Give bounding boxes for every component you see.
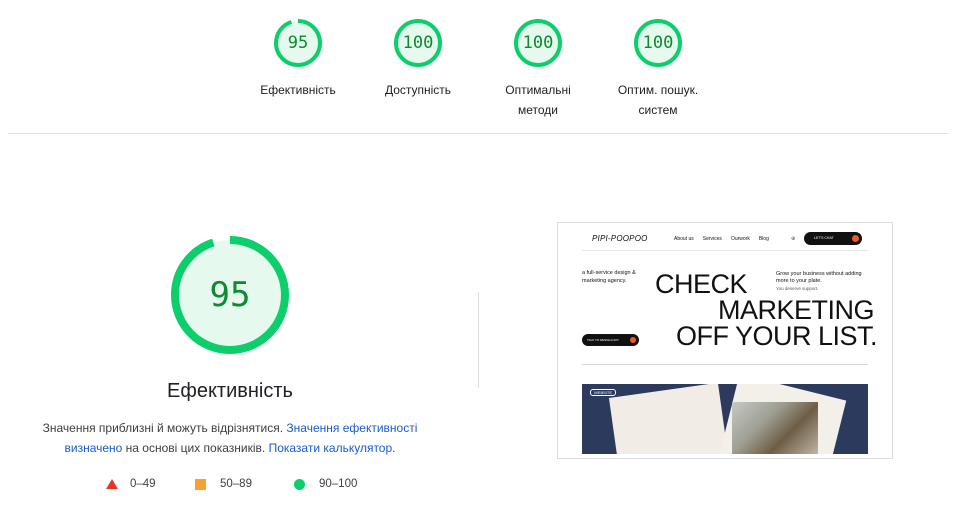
thumb-nav-link: Services	[702, 236, 722, 242]
final-screenshot-thumbnail: PIPI-POOPOO About us Services Ourwork Blog …	[557, 222, 893, 459]
gauge-ring: 100	[513, 18, 563, 68]
performance-gauge-large: 95	[170, 235, 290, 355]
category-gauges: 95 Ефективність 100 Доступність 100 Опти…	[0, 18, 953, 128]
thumb-logo: PIPI-POOPOO	[592, 234, 648, 243]
legend-average: 50–89	[195, 478, 252, 490]
thumb-card	[608, 384, 730, 454]
gauge-seo[interactable]: 100 Оптим. пошук. систем	[598, 18, 718, 120]
thumb-nav-link: Blog	[758, 236, 769, 242]
gauge-best-practices[interactable]: 100 Оптимальні методи	[478, 18, 598, 120]
vertical-divider	[478, 292, 479, 388]
score-note: Значення приблизні й можуть відрізнятися…	[30, 418, 430, 458]
thumb-chat-button: LET'S CHAT	[804, 232, 862, 245]
note-text-end: .	[392, 441, 396, 455]
thumb-right-main: Grow your business without adding more t…	[776, 271, 862, 284]
circle-icon	[294, 478, 305, 490]
thumb-website-badge: WEBSITE	[590, 389, 617, 396]
legend-range: 90–100	[319, 478, 358, 490]
thumb-right-text: Grow your business without adding more t…	[776, 271, 866, 293]
score-legend: 0–49 50–89 90–100	[0, 478, 460, 494]
gauge-label: Оптимальні методи	[505, 83, 571, 117]
globe-icon: ⊕	[791, 236, 796, 242]
gauge-label: Доступність	[384, 83, 452, 97]
thumb-nav-links: About us Services Ourwork Blog	[674, 236, 778, 242]
gauge-score: 100	[402, 33, 434, 53]
legend-range: 0–49	[130, 478, 156, 490]
gauge-label: Ефективність	[260, 83, 336, 97]
gauge-label: Оптим. пошук. систем	[617, 83, 699, 117]
thumb-navbar: PIPI-POOPOO About us Services Ourwork Blog …	[582, 231, 868, 251]
gauge-score: 95	[287, 33, 309, 53]
gauge-ring: 100	[393, 18, 443, 68]
gauge-performance[interactable]: 95 Ефективність	[238, 18, 358, 100]
thumb-headline-3: OFF YOUR LIST.	[676, 321, 878, 351]
thumb-photo	[732, 402, 818, 454]
thumb-divider	[582, 364, 868, 365]
thumb-right-sub: You deserve support.	[776, 286, 819, 291]
performance-title: Ефективність	[167, 380, 293, 402]
legend-fail: 0–49	[106, 478, 156, 490]
triangle-icon	[106, 479, 118, 489]
legend-pass: 90–100	[294, 478, 357, 490]
thumb-headline-1: CHECK	[655, 269, 748, 299]
note-text-mid: на основі цих показників.	[122, 441, 269, 455]
gauge-score: 100	[642, 33, 674, 53]
legend-range: 50–89	[220, 478, 252, 490]
gauge-accessibility[interactable]: 100 Доступність	[358, 18, 478, 100]
note-text: Значення приблизні й можуть відрізнятися…	[42, 421, 287, 435]
thumb-cta-button: TALK TO DESIGN-NOT	[582, 334, 639, 346]
thumb-nav-link: About us	[674, 236, 694, 242]
square-icon	[195, 478, 206, 490]
gauge-ring: 100	[633, 18, 683, 68]
gauge-ring: 95	[273, 18, 323, 68]
calculator-link[interactable]: Показати калькулятор	[269, 441, 393, 455]
thumb-nav-link: Ourwork	[730, 236, 750, 242]
gauge-score: 100	[522, 33, 554, 53]
thumb-hero-image: WEBSITE	[582, 384, 868, 454]
thumb-intro: a full-service design & marketing agency…	[582, 270, 636, 284]
section-divider	[8, 133, 948, 134]
thumb-headline-2: MARKETING	[718, 295, 875, 325]
performance-score: 95	[209, 275, 251, 315]
